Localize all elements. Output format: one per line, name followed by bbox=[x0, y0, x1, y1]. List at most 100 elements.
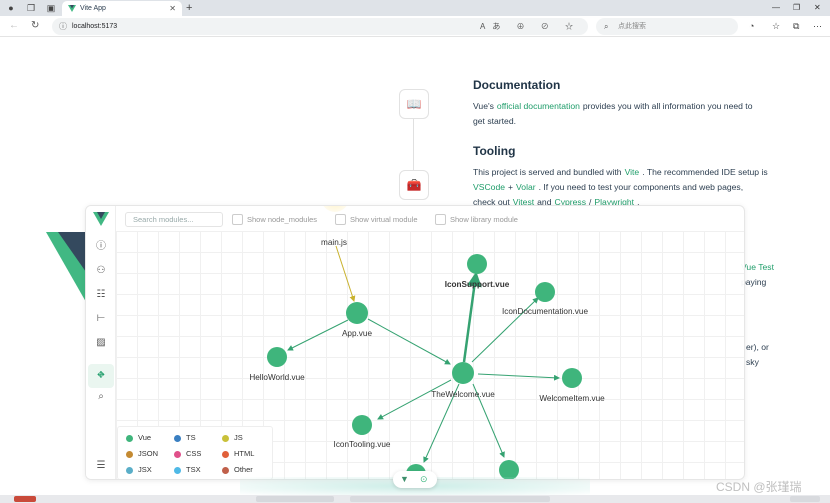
node-label-app: App.vue bbox=[342, 329, 372, 338]
legend-item: JSX bbox=[126, 465, 152, 475]
legend-dot bbox=[126, 467, 133, 474]
url-tools-icons[interactable]: Aあ ⊕ ⊘ ☆ bbox=[480, 18, 580, 35]
timeline-line bbox=[413, 118, 414, 172]
node-label-icondoc: IconDocumentation.vue bbox=[502, 307, 588, 316]
documentation-heading: Documentation bbox=[473, 78, 561, 92]
favorites-icon[interactable]: ☆ bbox=[772, 20, 780, 32]
legend-item: Vue bbox=[126, 433, 151, 443]
doc-text: get started. bbox=[473, 116, 516, 126]
book-icon: 📖 bbox=[399, 89, 429, 119]
inspect-target-icon[interactable]: ⊙ bbox=[420, 473, 428, 486]
legend-dot bbox=[174, 467, 181, 474]
er-or-text: er), or bbox=[746, 342, 769, 352]
workspaces-icon[interactable]: ❐ bbox=[26, 3, 36, 13]
node-welcomeitem[interactable] bbox=[562, 368, 582, 388]
legend-label: Vue bbox=[138, 433, 152, 442]
search-icon: ⌕ bbox=[604, 22, 609, 31]
devtools-panel: ⓘ ⚇ ☷ ⊢ ▨ ⛖ ⌕ ☰ Search modules... Show n… bbox=[85, 205, 745, 480]
vue-logo-icon bbox=[46, 232, 86, 302]
profile-icon[interactable]: ● bbox=[6, 3, 16, 13]
legend-label: Other bbox=[234, 465, 253, 474]
screen: { "browser": { "tab_title": "Vite App", … bbox=[0, 0, 830, 503]
legend-label: JS bbox=[234, 433, 243, 442]
node-label-iconsupport: IconSupport.vue bbox=[445, 280, 510, 289]
legend-item: TS bbox=[174, 433, 196, 443]
legend-dot bbox=[222, 435, 229, 442]
node-label-main: main.js bbox=[321, 238, 347, 247]
legend-label: HTML bbox=[234, 449, 255, 458]
refresh-icon[interactable]: ↻ bbox=[31, 20, 39, 32]
node-label-helloworld: HelloWorld.vue bbox=[249, 373, 305, 382]
volar-link[interactable]: Volar bbox=[513, 182, 539, 192]
minimize-button[interactable]: — bbox=[772, 0, 780, 16]
file-type-legend: Vue TS JS JSON CSS HTML JSX TSX Other bbox=[117, 426, 273, 479]
tooling-section: Tooling This project is served and bundl… bbox=[473, 144, 793, 210]
node-label-welcomeitem: WelcomeItem.vue bbox=[539, 394, 605, 403]
toolbox-icon: 🧰 bbox=[399, 170, 429, 200]
legend-label: TSX bbox=[186, 465, 201, 474]
node-label-welcome: TheWelcome.vue bbox=[431, 390, 495, 399]
tab-title: Vite App bbox=[80, 5, 106, 12]
site-info-icon[interactable]: ⓘ bbox=[59, 18, 67, 35]
vscode-link[interactable]: VSCode bbox=[473, 182, 508, 192]
node-app[interactable] bbox=[346, 302, 368, 324]
close-tab-icon[interactable]: ✕ bbox=[169, 1, 176, 16]
maximize-button[interactable]: ❐ bbox=[793, 0, 800, 16]
devtools-dock[interactable]: ▼ ⊙ bbox=[393, 471, 437, 488]
legend-item: JS bbox=[222, 433, 243, 443]
vite-link[interactable]: Vite bbox=[622, 167, 643, 177]
official-docs-link[interactable]: official documentation bbox=[494, 101, 583, 111]
url-field[interactable]: ⓘ localhost:5173 Aあ ⊕ ⊘ ☆ bbox=[52, 18, 588, 35]
node-label-icontooling: IconTooling.vue bbox=[334, 440, 391, 449]
browser-search-field[interactable]: ⌕ 点此搜索 bbox=[596, 18, 738, 35]
csdn-watermark: CSDN @张瑾瑞 bbox=[716, 480, 802, 494]
browser-tab-bar: ● ❐ ▣ Vite App ✕ + — ❐ ✕ bbox=[0, 0, 830, 16]
edge-welcome-welcomeitem bbox=[477, 373, 560, 381]
legend-item: Other bbox=[222, 465, 253, 475]
menu-icon[interactable]: ⋯ bbox=[813, 20, 822, 32]
taskbar-clock[interactable] bbox=[790, 496, 820, 502]
legend-dot bbox=[174, 435, 181, 442]
doc-text: provides you with all information you ne… bbox=[582, 101, 753, 111]
legend-item: HTML bbox=[222, 449, 254, 459]
taskbar-search[interactable] bbox=[256, 496, 334, 502]
edge-app-helloworld bbox=[287, 319, 349, 351]
vue-test-link[interactable]: Vue Test bbox=[741, 262, 774, 272]
taskbar-app[interactable] bbox=[14, 496, 36, 502]
edge-welcome-icontooling bbox=[377, 379, 452, 420]
edge-app-welcome bbox=[367, 318, 451, 365]
legend-item: JSON bbox=[126, 449, 158, 459]
legend-label: JSX bbox=[138, 465, 152, 474]
node-icondoc[interactable] bbox=[535, 282, 555, 302]
legend-item: CSS bbox=[174, 449, 201, 459]
documentation-section: Documentation Vue's official documentatio… bbox=[473, 78, 793, 129]
extensions-icon[interactable]: ◔ bbox=[749, 20, 754, 32]
new-tab-button[interactable]: + bbox=[186, 0, 192, 16]
node-iconsupport[interactable] bbox=[467, 254, 487, 274]
url-text: localhost:5173 bbox=[72, 23, 118, 30]
back-icon[interactable]: ← bbox=[9, 20, 19, 32]
legend-item: TSX bbox=[174, 465, 201, 475]
tooling-heading: Tooling bbox=[473, 144, 516, 158]
close-window-button[interactable]: ✕ bbox=[814, 0, 821, 16]
legend-dot bbox=[126, 435, 133, 442]
node-helloworld[interactable] bbox=[267, 347, 287, 367]
node-icontooling[interactable] bbox=[352, 415, 372, 435]
address-bar-row: ← ↻ ⓘ localhost:5173 Aあ ⊕ ⊘ ☆ ⌕ 点此搜索 ◔ ☆… bbox=[0, 16, 830, 37]
tooling-text: . If you need to test your components an… bbox=[538, 182, 744, 192]
legend-label: CSS bbox=[186, 449, 202, 458]
legend-dot bbox=[222, 451, 229, 458]
vue-dock-icon[interactable]: ▼ bbox=[400, 473, 409, 486]
taskbar-apps[interactable] bbox=[350, 496, 550, 502]
tab-vite-app[interactable]: Vite App ✕ bbox=[62, 1, 182, 16]
vue-favicon-icon bbox=[68, 5, 76, 12]
collections-icon[interactable]: ⧉ bbox=[793, 20, 799, 32]
legend-label: JSON bbox=[138, 449, 159, 458]
tooling-text: . The recommended IDE setup is bbox=[642, 167, 768, 177]
sky-text: sky bbox=[746, 357, 759, 367]
legend-dot bbox=[126, 451, 133, 458]
legend-label: TS bbox=[186, 433, 196, 442]
node-welcome[interactable] bbox=[452, 362, 474, 384]
tab-actions-icon[interactable]: ▣ bbox=[46, 3, 56, 13]
search-placeholder: 点此搜索 bbox=[618, 23, 646, 30]
